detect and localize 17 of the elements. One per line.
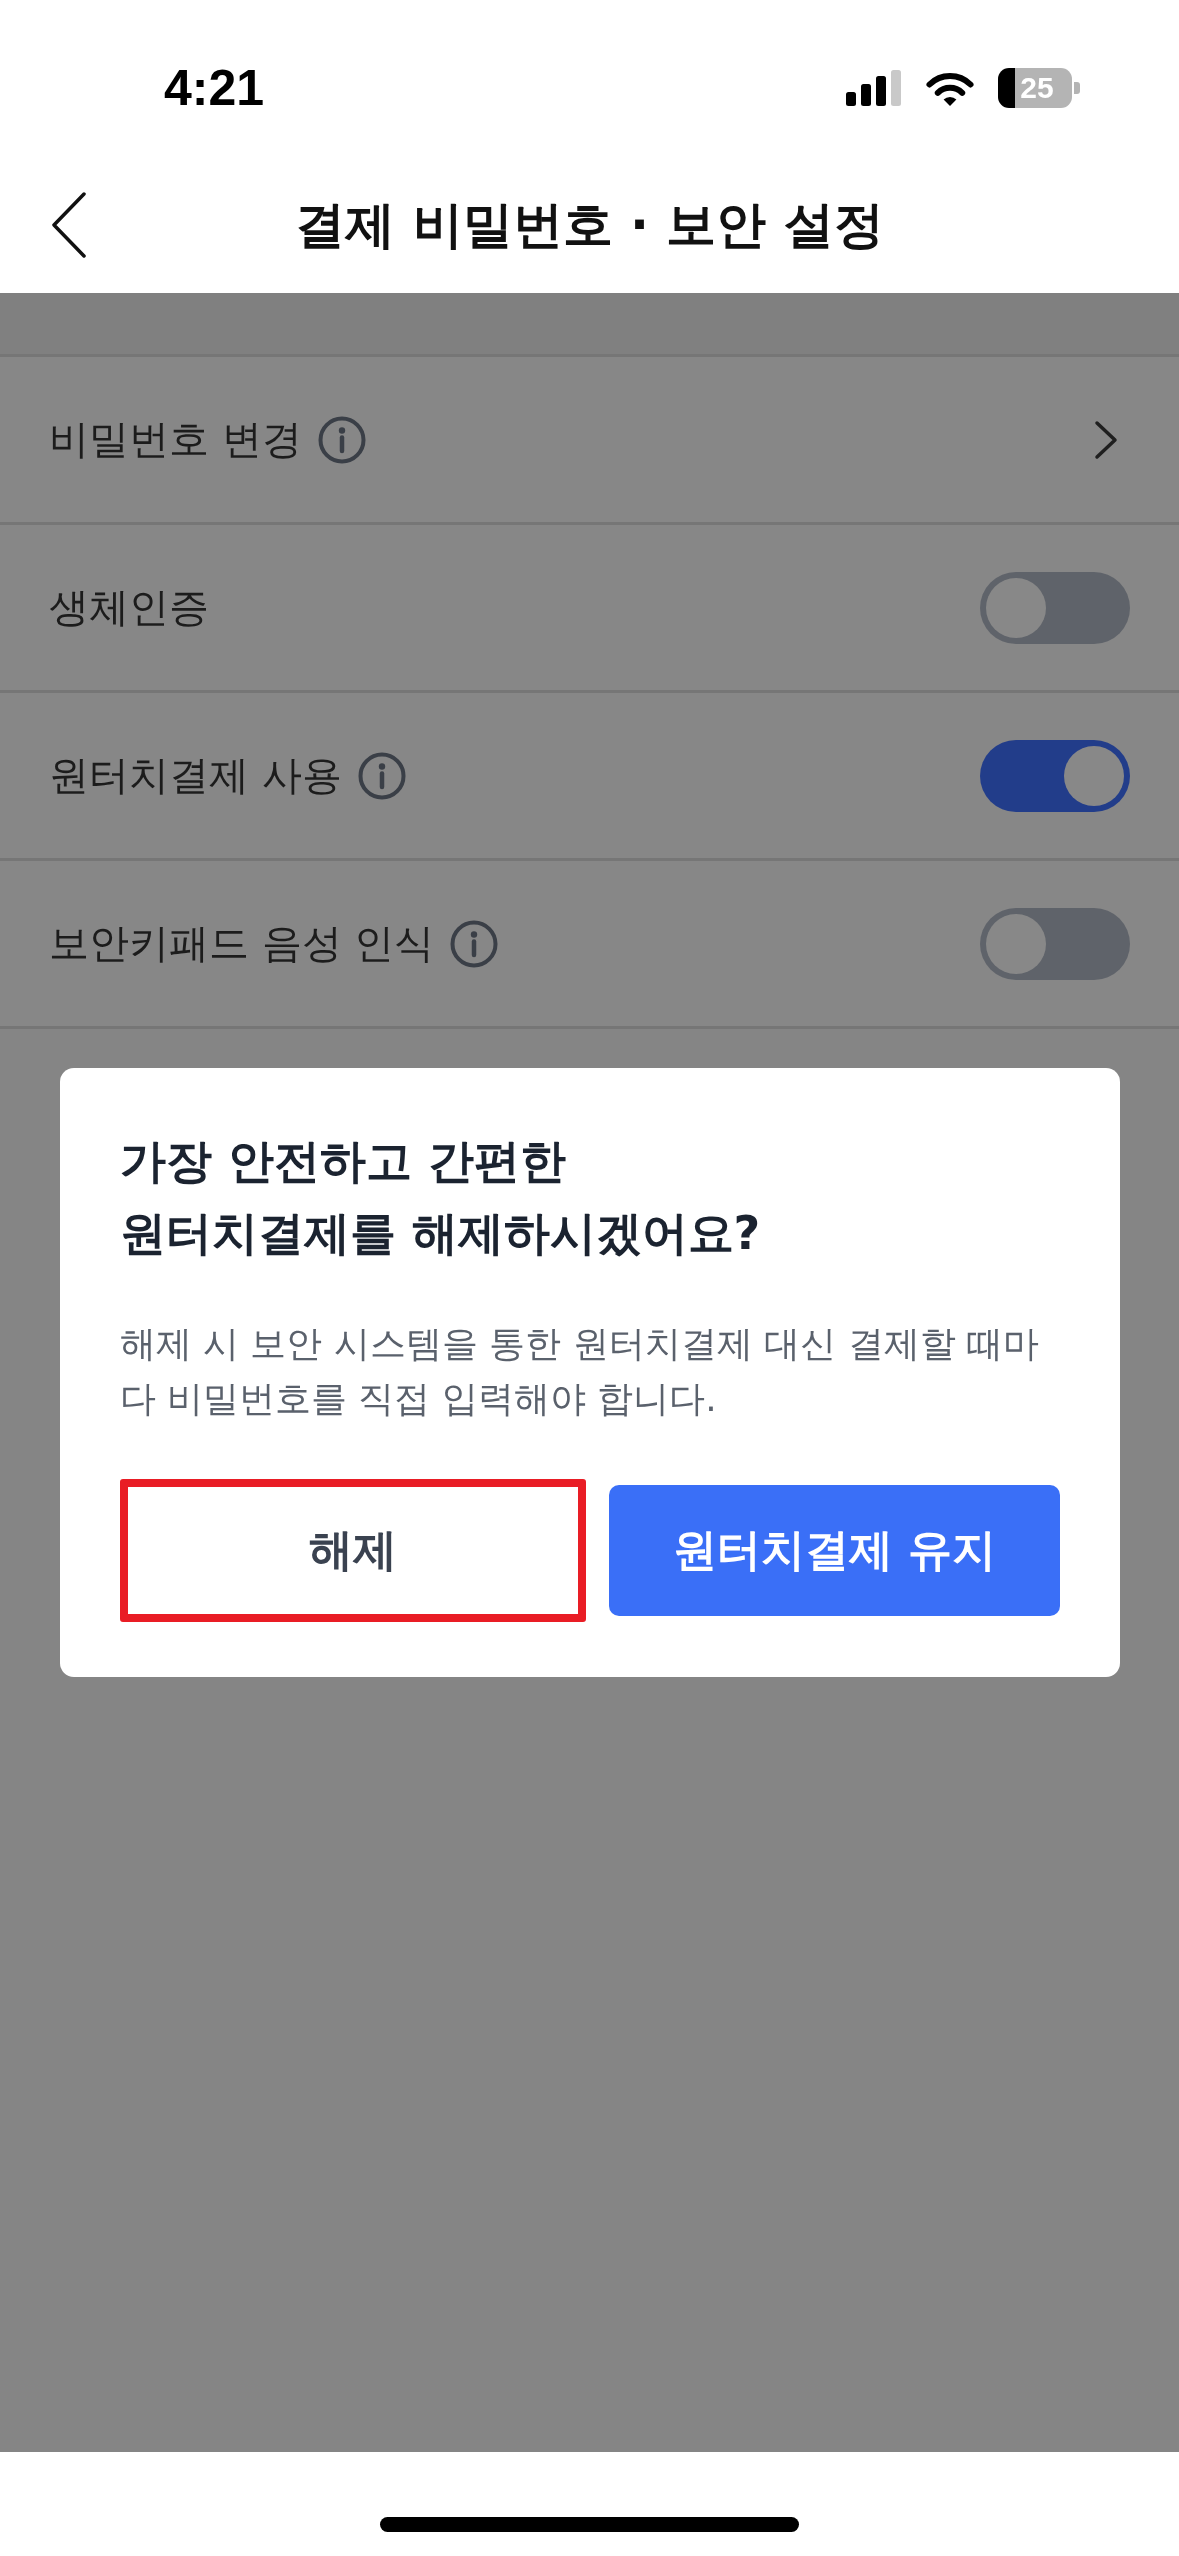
dialog-button[interactable]: 해제 [119, 1479, 586, 1622]
setting-label: 원터치결제 사용 [49, 751, 342, 800]
signal-icon [846, 70, 902, 106]
setting-label: 보안키패드 음성 인식 [49, 919, 435, 968]
setting-label: 생체인증 [49, 583, 209, 632]
battery-indicator: 25 [998, 68, 1080, 108]
back-icon[interactable] [52, 192, 86, 258]
info-icon[interactable] [357, 751, 406, 800]
status-time: 4:21 [164, 63, 265, 113]
info-icon[interactable] [317, 415, 366, 464]
dialog-button[interactable]: 원터치결제 유지 [609, 1485, 1060, 1616]
setting-label: 비밀번호 변경 [49, 415, 302, 464]
info-icon[interactable] [450, 919, 499, 968]
dialog-message: 해제 시 보안 시스템을 통한 원터치결제 대신 결제할 때마다 비밀번호를 직접 입력해야 합니다. [119, 1322, 1041, 1421]
page-title: 결제 비밀번호 · 보안 설정 [295, 195, 884, 256]
chevron-right-icon[interactable] [1094, 419, 1118, 460]
dialog-title: 가장 안전하고 간편한 원터치결제를 해제하시겠어요? [119, 1133, 762, 1262]
